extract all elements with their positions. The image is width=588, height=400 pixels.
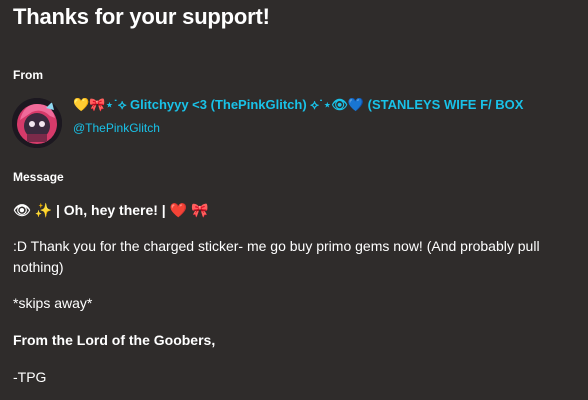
avatar-image <box>12 98 62 148</box>
message-header: 👁 ✨ | Oh, hey there! | ❤️ 🎀 <box>13 202 209 218</box>
sender-handle[interactable]: @ThePinkGlitch <box>73 121 160 135</box>
avatar[interactable] <box>12 98 62 148</box>
sender-name[interactable]: 💛🎀⋆˙⟡ Glitchyyy <3 (ThePinkGlitch) ⟡˙⋆👁💙… <box>73 97 588 113</box>
message-signature: -TPG <box>13 369 47 385</box>
message-body: :D Thank you for the charged sticker- me… <box>13 238 540 275</box>
page-title: Thanks for your support! <box>13 4 270 29</box>
message-label: Message <box>13 170 64 184</box>
message-action: *skips away* <box>13 295 93 311</box>
message-signoff: From the Lord of the Goobers, <box>13 332 216 348</box>
from-label: From <box>13 68 43 82</box>
